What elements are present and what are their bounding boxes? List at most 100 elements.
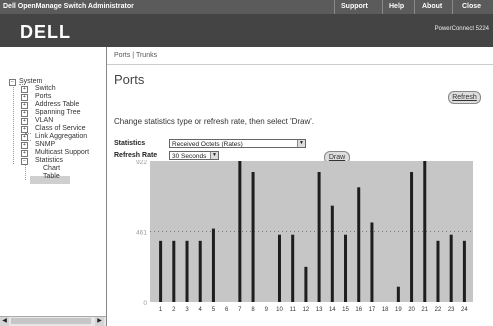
collapse-icon[interactable]: − (21, 158, 28, 165)
chart-bar (211, 228, 215, 302)
x-tick-label: 7 (238, 307, 242, 313)
chart-bar (344, 234, 348, 302)
chart-bar (410, 172, 414, 302)
sidebar-item-address-table[interactable]: Address Table (35, 101, 79, 109)
page-title: Ports (114, 72, 145, 87)
divider (107, 64, 493, 65)
x-tick-label: 18 (382, 307, 389, 313)
sidebar-item-table[interactable]: Table (43, 173, 60, 181)
y-tick-label: 0 (143, 300, 147, 307)
chart-bar (172, 240, 176, 302)
chart-bar (436, 240, 440, 302)
instruction-text: Change statistics type or refresh rate, … (114, 117, 315, 126)
divider (382, 0, 383, 14)
chart-bar (330, 205, 334, 302)
about-link[interactable]: About (422, 3, 442, 10)
refresh-button[interactable]: Refresh (448, 91, 481, 104)
expand-icon[interactable]: + (21, 110, 28, 117)
chart-bar (462, 240, 466, 302)
x-tick-label: 14 (329, 307, 336, 313)
x-tick-label: 13 (316, 307, 323, 313)
x-tick-label: 19 (395, 307, 402, 313)
dell-logo: DELL (20, 22, 71, 42)
divider (334, 0, 335, 14)
chevron-down-icon[interactable]: ▼ (210, 152, 218, 159)
x-tick-label: 20 (408, 307, 415, 313)
breadcrumb-ports-link[interactable]: Ports (114, 52, 130, 59)
sidebar-item-multicast-support[interactable]: Multicast Support (35, 149, 89, 157)
x-tick-label: 16 (355, 307, 362, 313)
bar-chart: 92246101 2 3 4 5 6 7 8 9 10 11 12 13 14 15 16 17 18 19 20 21… (136, 160, 473, 313)
sidebar-item-spanning-tree[interactable]: Spanning Tree (35, 109, 81, 117)
chart-bar (277, 234, 281, 302)
close-link[interactable]: Close (462, 3, 481, 10)
x-tick-label: 11 (290, 307, 297, 313)
x-tick-label: 24 (461, 307, 468, 313)
divider (414, 0, 415, 14)
x-tick-label: 21 (421, 307, 428, 313)
sidebar-item-vlan[interactable]: VLAN (35, 117, 53, 125)
chart-bar (159, 240, 163, 302)
expand-icon[interactable]: + (21, 126, 28, 133)
chevron-down-icon[interactable]: ▼ (297, 140, 305, 147)
breadcrumb-trunks-link[interactable]: Trunks (136, 52, 157, 59)
chart-bar (304, 266, 308, 302)
sidebar-item-class-of-service[interactable]: Class of Service (35, 125, 86, 133)
expand-icon[interactable]: + (21, 102, 28, 109)
statistics-select[interactable]: Received Octets (Rates) ▼ (169, 139, 306, 148)
collapse-icon[interactable]: − (9, 79, 16, 86)
chart-bar (357, 187, 361, 302)
sidebar-item-ports[interactable]: Ports (35, 93, 51, 101)
chart-bar (185, 240, 189, 302)
chart-bar (449, 234, 453, 302)
x-tick-label: 3 (185, 307, 189, 313)
x-tick-label: 15 (342, 307, 349, 313)
breadcrumb-separator: | (132, 52, 135, 59)
divider (452, 0, 453, 14)
sidebar-item-link-aggregation[interactable]: Link Aggregation (35, 133, 87, 141)
refresh-rate-select[interactable]: 30 Seconds ▼ (169, 151, 219, 160)
port-statistics-chart: 922 461 0 1 2 3 4 5 6 7 8 9 10 11 12 13 14 15 16 17 18 19 20 21… (130, 160, 475, 315)
expand-icon[interactable]: + (21, 94, 28, 101)
refresh-rate-label: Refresh Rate (114, 152, 158, 159)
support-link[interactable]: Support (341, 3, 368, 10)
x-tick-label: 2 (172, 307, 176, 313)
x-tick-label: 10 (276, 307, 283, 313)
sidebar-item-statistics[interactable]: Statistics (35, 157, 63, 165)
x-tick-label: 9 (265, 307, 269, 313)
x-tick-label: 4 (199, 307, 203, 313)
x-tick-label: 23 (448, 307, 455, 313)
sidebar-horizontal-scrollbar[interactable]: ◀ ▶ (0, 316, 106, 326)
y-tick-label: 922 (136, 160, 147, 166)
x-tick-label: 8 (251, 307, 255, 313)
chart-bar (251, 172, 255, 302)
expand-icon[interactable]: + (21, 134, 28, 141)
brand-bar (0, 14, 493, 47)
chart-bar (370, 222, 374, 302)
y-tick-label: 461 (136, 230, 147, 237)
chart-bar (396, 286, 400, 302)
app-title: Dell OpenManage Switch Administrator (3, 3, 134, 10)
expand-icon[interactable]: + (21, 118, 28, 125)
statistics-select-value: Received Octets (Rates) (172, 141, 243, 148)
x-tick-label: 5 (212, 307, 216, 313)
x-tick-label: 6 (225, 307, 229, 313)
product-name: PowerConnect 5224 (434, 26, 489, 32)
scroll-thumb[interactable] (11, 318, 91, 324)
sidebar-item-chart[interactable]: Chart (43, 165, 60, 173)
help-link[interactable]: Help (389, 3, 404, 10)
expand-icon[interactable]: + (21, 86, 28, 93)
chart-bar (198, 240, 202, 302)
sidebar-item-snmp[interactable]: SNMP (35, 141, 55, 149)
scroll-left-icon[interactable]: ◀ (0, 317, 9, 326)
refresh-rate-select-value: 30 Seconds (172, 153, 207, 160)
expand-icon[interactable]: + (21, 150, 28, 157)
expand-icon[interactable]: + (21, 142, 28, 149)
x-tick-label: 12 (303, 307, 310, 313)
x-tick-label: 22 (435, 307, 442, 313)
x-tick-label: 17 (369, 307, 376, 313)
breadcrumb: Ports | Trunks (114, 52, 157, 59)
sidebar-item-switch[interactable]: Switch (35, 85, 56, 93)
scroll-right-icon[interactable]: ▶ (95, 317, 104, 326)
tree-line (13, 80, 14, 164)
